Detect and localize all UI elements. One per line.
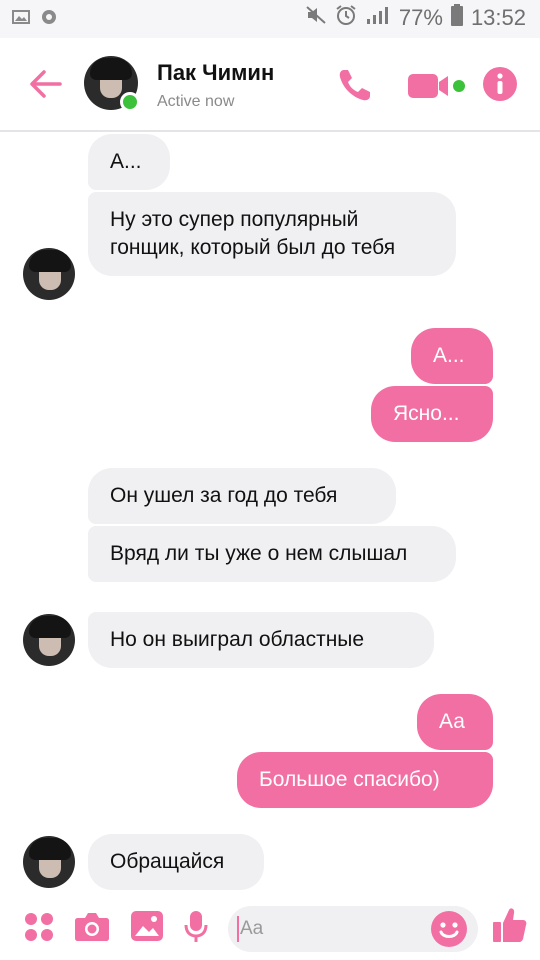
message-incoming[interactable]: Ну это супер популярный гонщик, который … <box>88 192 456 276</box>
back-arrow-icon <box>30 70 62 98</box>
battery-icon <box>450 4 463 32</box>
phone-icon <box>339 70 370 101</box>
back-button[interactable] <box>26 64 66 104</box>
message-incoming[interactable]: Но он выиграл областные <box>88 612 434 668</box>
message-incoming[interactable]: Обращайся <box>88 834 264 890</box>
contact-avatar[interactable] <box>84 56 140 112</box>
message-incoming[interactable]: Он ушел за год до тебя <box>88 468 396 524</box>
battery-percent: 77% <box>398 5 443 30</box>
camera-icon <box>75 913 109 941</box>
message-incoming[interactable]: Вряд ли ты уже о нем слышал <box>88 526 456 582</box>
avatar <box>23 836 75 888</box>
voice-message-button[interactable] <box>184 910 208 949</box>
message-list[interactable]: А... Ну это супер популярный гонщик, кот… <box>0 134 540 896</box>
contact-status: Active now <box>157 93 235 110</box>
sender-avatar[interactable] <box>23 836 75 888</box>
sender-avatar[interactable] <box>23 248 75 300</box>
settings-notification-icon <box>40 8 58 31</box>
signal-icon <box>365 5 391 31</box>
mute-icon <box>305 5 327 31</box>
message-outgoing[interactable]: А... <box>411 328 493 384</box>
info-button[interactable] <box>482 66 518 107</box>
emoji-icon <box>431 911 467 947</box>
apps-icon <box>25 913 53 941</box>
avatar <box>23 614 75 666</box>
like-button[interactable] <box>492 906 528 949</box>
message-outgoing[interactable]: Большое спасибо) <box>237 752 493 808</box>
status-bar: 77% 13:52 <box>0 0 540 38</box>
video-call-button[interactable] <box>406 72 470 105</box>
message-composer: Aa <box>0 896 540 960</box>
apps-button[interactable] <box>24 912 54 947</box>
text-caret <box>237 916 239 942</box>
thumbs-up-icon <box>493 908 527 942</box>
message-incoming[interactable]: А... <box>88 134 170 190</box>
avatar <box>23 248 75 300</box>
camera-button[interactable] <box>74 910 110 947</box>
message-outgoing[interactable]: Аа <box>417 694 493 750</box>
message-input-placeholder: Aa <box>240 918 264 939</box>
message-input[interactable]: Aa <box>228 906 478 952</box>
clock: 13:52 <box>470 5 526 30</box>
voice-call-button[interactable] <box>336 66 374 109</box>
emoji-button[interactable] <box>430 910 468 948</box>
message-outgoing[interactable]: Ясно... <box>371 386 493 442</box>
alarm-icon <box>335 4 357 32</box>
contact-name[interactable]: Пак Чимин <box>157 60 274 86</box>
conversation-header: Пак Чимин Active now <box>0 38 540 132</box>
online-indicator <box>120 92 140 112</box>
gallery-icon <box>131 911 163 941</box>
microphone-icon <box>184 911 208 942</box>
video-camera-icon <box>408 74 465 98</box>
gallery-button[interactable] <box>130 910 164 947</box>
sender-avatar[interactable] <box>23 614 75 666</box>
image-notification-icon <box>12 9 30 30</box>
info-icon <box>483 67 517 101</box>
